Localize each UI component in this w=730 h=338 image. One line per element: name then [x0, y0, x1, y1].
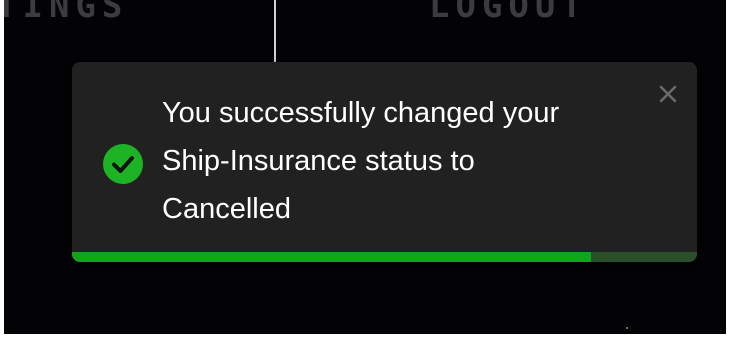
- nav-divider: [274, 0, 276, 62]
- toast-message-line-1: You successfully changed your: [162, 97, 560, 129]
- toast-progress-bar: [72, 252, 697, 262]
- toast-message: You successfully changed your Ship-Insur…: [162, 89, 632, 233]
- close-icon[interactable]: [654, 80, 682, 108]
- toast-message-line-2: Ship-Insurance status to: [162, 145, 475, 177]
- app-screen: TINGS LOGOUT You successfully changed yo…: [4, 0, 726, 334]
- toast-progress-fill: [72, 252, 591, 262]
- nav-settings-link[interactable]: TINGS: [4, 0, 128, 26]
- success-toast: You successfully changed your Ship-Insur…: [72, 62, 697, 262]
- check-mark-icon: [112, 156, 134, 173]
- check-circle-icon: [103, 144, 143, 184]
- toast-message-line-3: Cancelled: [162, 193, 291, 225]
- nav-logout-link[interactable]: LOGOUT: [429, 0, 588, 26]
- close-button[interactable]: [654, 80, 682, 108]
- stray-dot: [626, 327, 628, 329]
